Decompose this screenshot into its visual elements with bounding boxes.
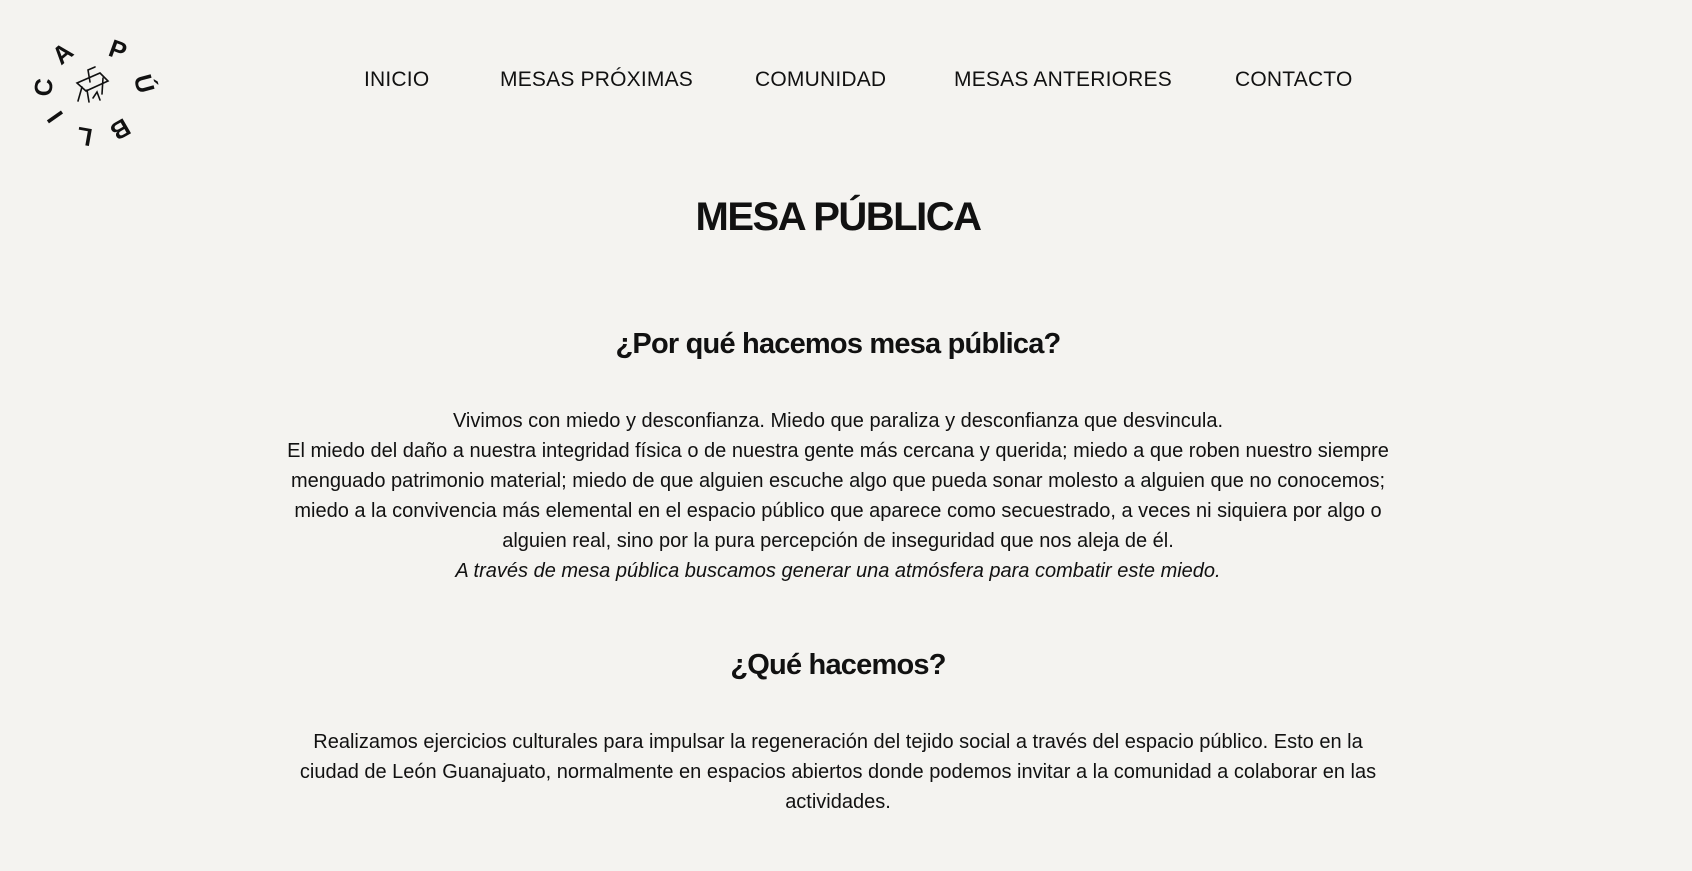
section-heading-what: ¿Qué hacemos?: [730, 649, 946, 681]
nav-item-inicio[interactable]: INICIO: [364, 68, 429, 92]
nav-item-contacto[interactable]: CONTACTO: [1235, 68, 1353, 92]
nav-item-mesas-anteriores[interactable]: MESAS ANTERIORES: [954, 68, 1172, 92]
logo-letter: I: [42, 106, 69, 128]
logo-letter: A: [47, 37, 79, 70]
logo-letter: P: [105, 34, 130, 66]
main-nav: INICIO MESAS PRÓXIMAS COMUNIDAD MESAS AN…: [0, 68, 1692, 98]
logo-letter: B: [105, 112, 135, 145]
page-title: MESA PÚBLICA: [695, 195, 982, 239]
nav-item-comunidad[interactable]: COMUNIDAD: [755, 68, 886, 92]
body-line: Vivimos con miedo y desconfianza. Miedo …: [452, 410, 1224, 432]
section-body-why: Vivimos con miedo y desconfianza. Miedo …: [284, 406, 1392, 586]
logo-letter: L: [75, 121, 95, 148]
section-heading-why: ¿Por qué hacemos mesa pública?: [615, 328, 1062, 360]
nav-item-mesas-proximas[interactable]: MESAS PRÓXIMAS: [500, 68, 693, 92]
body-line: Realizamos ejercicios culturales para im…: [299, 731, 1377, 813]
body-line: El miedo del daño a nuestra integridad f…: [287, 440, 1389, 552]
body-line-italic: A través de mesa pública buscamos genera…: [455, 560, 1221, 582]
section-body-what: Realizamos ejercicios culturales para im…: [284, 727, 1392, 817]
